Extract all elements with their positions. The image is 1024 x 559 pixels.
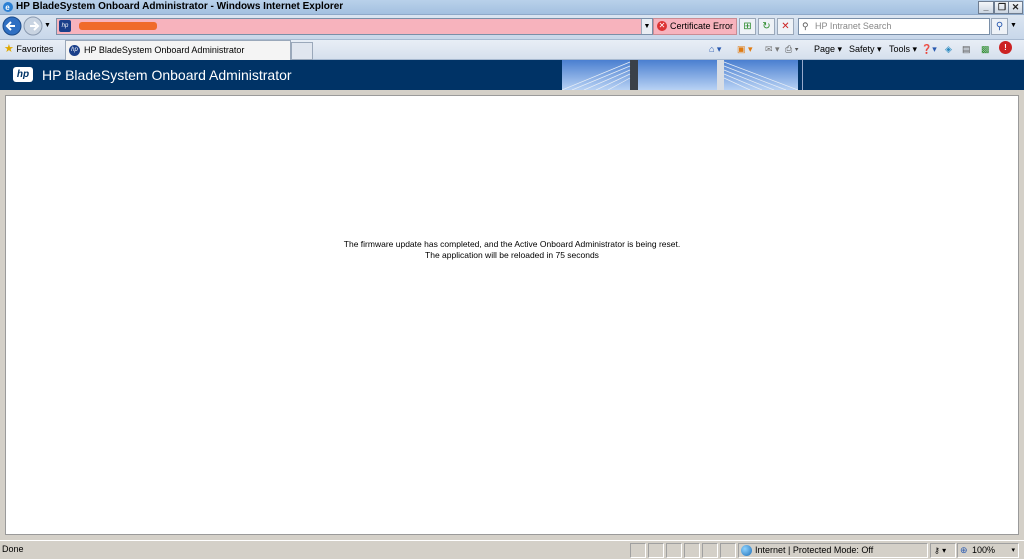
onenote-icon[interactable]: ▩ (981, 42, 990, 56)
zoom-dropdown-icon: ▾ (1011, 547, 1015, 554)
certificate-error-button[interactable]: ✕ Certificate Error (653, 18, 737, 35)
search-provider-icon: ⚲ (802, 21, 809, 31)
site-favicon: hp (59, 20, 71, 32)
page-menu[interactable]: Page ▾ (814, 42, 842, 56)
home-icon[interactable]: ⌂ ▾ (709, 42, 721, 56)
hp-header-banner: hp HP BladeSystem Onboard Administrator (0, 60, 1024, 90)
globe-icon (741, 545, 752, 556)
window-title-bar: e HP BladeSystem Onboard Administrator -… (0, 0, 1024, 15)
favorites-button[interactable]: ★ Favorites (4, 42, 53, 56)
zoom-icon: ⊕ (960, 545, 968, 555)
history-dropdown-icon[interactable]: ▼ (44, 22, 51, 29)
stop-icon[interactable]: ✕ (777, 18, 794, 35)
feeds-icon[interactable]: ▣ ▾ (737, 42, 753, 56)
update-message-line-2: The application will be reloaded in 75 s… (425, 250, 599, 260)
zoom-control[interactable]: ⊕ 100% ▾ (957, 543, 1019, 558)
content-frame: The firmware update has completed, and t… (5, 95, 1019, 535)
refresh-icon[interactable]: ↻ (758, 18, 775, 35)
status-segment (702, 543, 718, 558)
certificate-error-label: Certificate Error (670, 21, 734, 31)
security-zone-label: Internet | Protected Mode: Off (755, 545, 874, 555)
addon-icon[interactable]: ▤ (962, 42, 971, 56)
browser-tab[interactable]: hp HP BladeSystem Onboard Administrator (65, 40, 291, 60)
hp-logo: hp (13, 67, 33, 82)
search-options-icon[interactable]: ▼ (1010, 22, 1017, 29)
internet-explorer-icon: e (3, 2, 13, 12)
update-message: The firmware update has completed, and t… (6, 239, 1018, 261)
read-mail-icon[interactable]: ✉ ▾ (765, 42, 780, 56)
back-arrow-icon[interactable] (2, 16, 22, 36)
address-dropdown-icon[interactable]: ▼ (641, 19, 652, 34)
compatibility-view-icon[interactable]: ⊞ (739, 18, 756, 35)
status-segment (648, 543, 664, 558)
help-icon[interactable]: ❓▾ (921, 42, 937, 56)
tools-menu[interactable]: Tools ▾ (889, 42, 917, 56)
bridge-banner-image (562, 60, 798, 90)
address-toolbar: ▼ hp ▼ ✕ Certificate Error ⊞ ↻ ✕ ⚲ HP In… (0, 15, 1024, 40)
status-segment (630, 543, 646, 558)
update-message-line-1: The firmware update has completed, and t… (343, 239, 681, 249)
favorites-label: Favorites (16, 44, 54, 54)
security-zone[interactable]: Internet | Protected Mode: Off (738, 543, 928, 558)
redacted-url (79, 22, 157, 30)
status-bar: Done Internet | Protected Mode: Off ⚷ ▾ … (0, 540, 1024, 559)
print-icon[interactable]: ⎙ ▾ (785, 42, 798, 56)
forward-arrow-icon[interactable] (23, 16, 43, 36)
zoom-level: 100% (972, 545, 996, 555)
tab-title: HP BladeSystem Onboard Administrator (84, 45, 245, 55)
page-menu-label: Page (814, 44, 836, 54)
search-input[interactable]: HP Intranet Search (815, 19, 891, 34)
protected-mode-icon[interactable]: ⚷ ▾ (930, 543, 956, 558)
page-title: HP BladeSystem Onboard Administrator (42, 67, 292, 83)
safety-menu[interactable]: Safety ▾ (849, 42, 882, 56)
safety-menu-label: Safety (849, 44, 875, 54)
search-icon[interactable]: ⚲ (991, 18, 1008, 35)
tab-favicon: hp (69, 45, 80, 56)
status-segment (684, 543, 700, 558)
tools-menu-label: Tools (889, 44, 911, 54)
address-bar[interactable]: hp ▼ (56, 18, 653, 35)
header-right-panel (802, 60, 1024, 90)
favorites-star-icon: ★ (4, 43, 14, 55)
certificate-error-icon: ✕ (657, 21, 667, 31)
status-text: Done (2, 544, 24, 554)
search-box[interactable]: ⚲ HP Intranet Search (798, 18, 990, 35)
minimize-button[interactable]: _ (978, 1, 994, 14)
close-window-button[interactable]: ✕ (1008, 1, 1023, 14)
window-title: HP BladeSystem Onboard Administrator - W… (16, 1, 344, 12)
status-segment (666, 543, 682, 558)
new-tab-button[interactable] (291, 42, 313, 60)
research-icon[interactable]: ◈ (945, 42, 952, 56)
svg-text:e: e (5, 3, 10, 12)
blocked-addon-icon[interactable]: ! (999, 41, 1012, 54)
status-segment (720, 543, 736, 558)
favorites-command-bar: ★ Favorites hp HP BladeSystem Onboard Ad… (0, 40, 1024, 60)
